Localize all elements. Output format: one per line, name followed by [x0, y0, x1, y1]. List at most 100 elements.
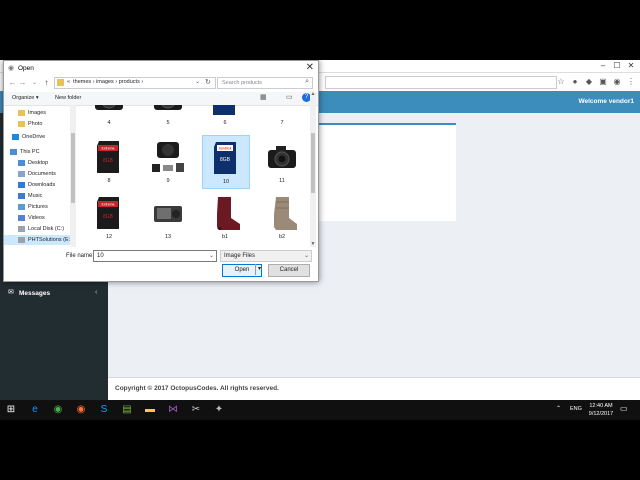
sidebar-item-label: Messages — [19, 290, 51, 297]
nav-item-label: OneDrive — [22, 134, 46, 140]
file-item[interactable]: Extreme 8GB 8 — [86, 135, 132, 187]
new-folder-button[interactable]: New folder — [55, 95, 81, 101]
nav-item-label: Videos — [28, 215, 45, 221]
address-bar[interactable] — [325, 76, 557, 89]
chevron-left-icon: ‹ — [95, 289, 98, 296]
chevron-down-icon[interactable]: ⌄ — [30, 78, 39, 88]
firefox-icon[interactable]: ◉ — [74, 403, 88, 417]
scroll-down-icon[interactable]: ▼ — [310, 241, 316, 247]
extension-icon[interactable]: ◉ — [612, 76, 622, 87]
nav-item[interactable]: PHTSolutions (E: — [4, 235, 70, 245]
extension-icon[interactable]: ◆ — [584, 76, 594, 87]
nav-item[interactable]: Pictures — [4, 202, 70, 212]
nav-item[interactable]: Music — [4, 191, 70, 201]
file-thumbnail — [264, 138, 300, 176]
nav-item-label: Music — [28, 193, 43, 199]
organize-button[interactable]: Organize ▾ — [12, 95, 39, 101]
notepad-icon[interactable]: ▤ — [120, 403, 134, 417]
maximize-button[interactable]: ☐ — [610, 60, 624, 72]
skype-icon[interactable]: S — [97, 403, 111, 417]
desktop-icon — [18, 159, 25, 166]
refresh-icon[interactable]: ↻ — [205, 78, 211, 86]
pictures-icon — [18, 203, 25, 210]
edge-icon[interactable]: e — [28, 403, 42, 417]
nav-scrollbar[interactable] — [70, 105, 76, 247]
sidebar-item-messages[interactable]: ✉ Messages ‹ — [0, 285, 108, 303]
nav-item[interactable]: Desktop — [4, 158, 70, 168]
tools-icon[interactable]: ✂ — [189, 403, 203, 417]
file-name-label: 5 — [166, 120, 170, 126]
breadcrumb-themes[interactable]: themes — [73, 79, 91, 85]
file-item[interactable]: b1 — [202, 191, 248, 243]
breadcrumb-products[interactable]: products — [119, 79, 140, 85]
footer: Copyright © 2017 OctopusCodes. All right… — [108, 377, 640, 401]
music-icon — [18, 192, 25, 199]
chevron-down-icon[interactable]: ⌄ — [195, 78, 200, 85]
open-options-arrow-icon[interactable]: ▾ — [255, 264, 263, 275]
nav-item[interactable]: Videos — [4, 213, 70, 223]
scroll-thumb[interactable] — [71, 133, 75, 203]
file-item[interactable]: 4 — [86, 105, 132, 129]
file-type-select[interactable]: Image Files ⌄ — [220, 250, 312, 262]
welcome-user[interactable]: Welcome vendor1 — [578, 98, 634, 105]
clock[interactable]: 12:40 AM 9/12/2017 — [585, 402, 617, 418]
nav-item[interactable]: Documents — [4, 169, 70, 179]
file-item[interactable]: SanDisk8GB 6 — [202, 105, 248, 129]
menu-icon[interactable]: ⋮ — [626, 76, 636, 87]
close-icon[interactable]: ✕ — [306, 62, 314, 73]
app-icon[interactable]: ✦ — [212, 403, 226, 417]
file-item[interactable]: 5 — [145, 105, 191, 129]
nav-item[interactable]: Photo — [4, 119, 70, 129]
extension-icon[interactable]: ● — [570, 76, 580, 87]
nav-item[interactable]: OneDrive — [4, 132, 70, 142]
scroll-thumb[interactable] — [311, 133, 315, 193]
file-item[interactable]: 13 — [145, 191, 191, 243]
browser-app-icon: ◉ — [8, 65, 15, 72]
file-item[interactable]: b2 — [259, 191, 305, 243]
file-type-value: Image Files — [224, 253, 256, 259]
file-item[interactable]: 7 — [259, 105, 305, 129]
language-indicator[interactable]: ENG — [570, 406, 582, 412]
preview-pane-icon[interactable]: ▭ — [286, 94, 296, 102]
breadcrumb-overflow[interactable]: « — [67, 79, 70, 85]
back-arrow-icon[interactable]: ← — [8, 78, 17, 88]
file-item[interactable]: 9 — [145, 135, 191, 187]
nav-item[interactable]: Images — [4, 108, 70, 118]
scroll-up-icon[interactable]: ▲ — [310, 91, 316, 97]
nav-list: Images Photo OneDrive This PC Desktop Documen… — [4, 105, 70, 247]
svg-text:8GB: 8GB — [220, 157, 231, 163]
file-name-label: 6 — [223, 120, 227, 126]
file-explorer-icon[interactable]: ▬ — [143, 403, 157, 417]
chevron-down-icon[interactable]: ⌄ — [209, 252, 214, 259]
forward-arrow-icon[interactable]: → — [18, 78, 27, 88]
file-item[interactable]: SanDisk 8GB 10 — [202, 135, 250, 189]
file-name-label: 9 — [166, 178, 170, 184]
path-bar[interactable]: « themes › images › products › ⌄ ↻ — [54, 77, 216, 89]
minimize-button[interactable]: – — [596, 60, 610, 72]
file-item[interactable]: 11 — [259, 135, 305, 187]
extension-icon[interactable]: ▣ — [598, 76, 608, 87]
view-options-icon[interactable]: ▦ — [260, 94, 270, 102]
copyright-text: Copyright © 2017 OctopusCodes. All right… — [115, 385, 279, 392]
file-thumbnail — [150, 138, 186, 176]
notifications-icon[interactable]: ▭ — [620, 404, 629, 413]
nav-item[interactable]: This PC — [4, 147, 70, 157]
close-button[interactable]: ✕ — [624, 60, 638, 72]
visual-studio-icon[interactable]: ⋈ — [166, 403, 180, 417]
up-arrow-icon[interactable]: ↑ — [42, 78, 51, 88]
file-item[interactable]: Extreme 8GB 12 — [86, 191, 132, 243]
nav-item[interactable]: Downloads — [4, 180, 70, 190]
start-icon[interactable]: ⊞ — [4, 403, 18, 417]
file-thumbnail — [207, 194, 243, 232]
clock-time: 12:40 AM — [589, 403, 613, 409]
breadcrumb-images[interactable]: images — [96, 79, 114, 85]
file-list-scrollbar[interactable]: ▲ ▼ — [310, 91, 316, 247]
nav-item[interactable]: Local Disk (C:) — [4, 224, 70, 234]
chrome-icon[interactable]: ◉ — [51, 403, 65, 417]
tray-chevron-up-icon[interactable]: ⌃ — [556, 405, 561, 412]
cancel-button[interactable]: Cancel — [268, 264, 310, 277]
search-input[interactable]: Search products ⌕ — [217, 77, 313, 89]
star-icon[interactable]: ☆ — [556, 76, 566, 87]
taskbar: ⊞ e ◉ ◉ S ▤ ▬ ⋈ ✂ ✦ ⌃ ENG 12:40 AM 9/12/… — [0, 400, 640, 420]
filename-input[interactable]: 10 ⌄ — [93, 250, 217, 262]
